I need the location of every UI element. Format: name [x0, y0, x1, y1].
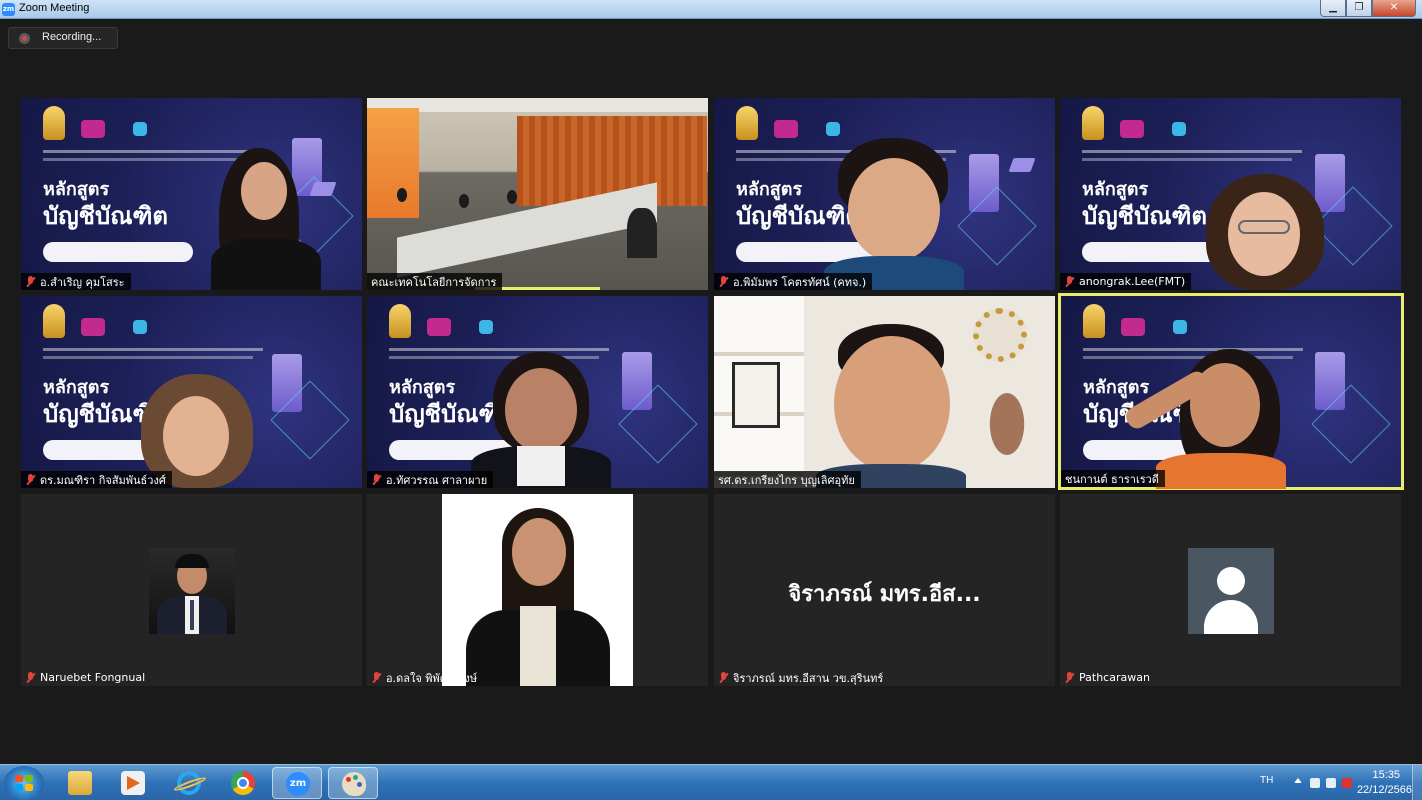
- paint-button[interactable]: [328, 767, 378, 799]
- active-speaker-tile[interactable]: หลักสูตร บัญชีบัณฑิต ชนกานต์ ธาราเรวดี: [1058, 293, 1404, 490]
- participant-name: อ.พิมัมพร โคตรทัศน์ (คทจ.): [733, 275, 867, 289]
- participant-name-bar: อ.ดลใจ พิพัฒน์พงษ์: [367, 669, 483, 686]
- participant-name: คณะเทคโนโลยีการจัดการ: [371, 275, 497, 289]
- start-button[interactable]: [4, 766, 44, 800]
- action-center-icon[interactable]: [1342, 778, 1352, 788]
- title-bar: zm Zoom Meeting ▁ ❐ ✕: [0, 0, 1422, 19]
- close-button[interactable]: ✕: [1372, 0, 1416, 17]
- muted-mic-icon: [25, 275, 36, 288]
- clock-time[interactable]: 15:35: [1372, 769, 1400, 781]
- muted-mic-icon: [1064, 275, 1075, 288]
- default-avatar-icon: [1188, 548, 1274, 634]
- video-tile[interactable]: Pathcarawan: [1060, 494, 1401, 686]
- recording-indicator[interactable]: Recording...: [8, 27, 118, 49]
- video-tile[interactable]: จิราภรณ์ มทร.อีส... จิราภรณ์ มทร.อีสาน ว…: [714, 494, 1055, 686]
- participant-name-bar: Naruebet Fongnual: [21, 669, 151, 686]
- participant-name-bar: อ.ทัศวรรณ ศาลาผาย: [367, 471, 494, 488]
- zoom-meeting-window: zm Zoom Meeting ▁ ❐ ✕ Recording... หลักส…: [0, 0, 1422, 800]
- video-tile[interactable]: หลักสูตร บัญชีบัณฑิต ดร.มณฑิรา กิจสัมพัน…: [21, 296, 362, 488]
- participant-video: [471, 352, 611, 488]
- participant-name-bar: ชนกานต์ ธาราเรวดี: [1061, 470, 1165, 487]
- participant-video: [816, 324, 966, 488]
- zoom-icon: zm: [286, 772, 310, 796]
- windows-explorer-button[interactable]: [55, 767, 105, 799]
- muted-mic-icon: [25, 473, 36, 486]
- muted-mic-icon: [371, 671, 382, 684]
- participant-name: จิราภรณ์ มทร.อีสาน วข.สุรินทร์: [733, 671, 884, 685]
- video-tile[interactable]: หลักสูตร บัญชีบัณฑิต อ.พิมัมพร โคตรทัศน์…: [714, 98, 1055, 290]
- participant-name-bar: อ.พิมัมพร โคตรทัศน์ (คทจ.): [714, 273, 873, 290]
- video-tile[interactable]: หลักสูตร บัญชีบัณฑิต อ.ทัศวรรณ ศาลาผาย: [367, 296, 708, 488]
- zoom-taskbar-button[interactable]: zm: [272, 767, 322, 799]
- slide-title-line2: บัญชีบัณฑิต: [43, 202, 168, 230]
- participant-name: อ.สำเริญ คุมโสระ: [40, 275, 125, 289]
- record-icon: [19, 33, 30, 44]
- video-tile[interactable]: หลักสูตร บัญชีบัณฑิต anongrak.Lee(FMT): [1060, 98, 1401, 290]
- video-tile[interactable]: คณะเทคโนโลยีการจัดการ: [367, 98, 708, 290]
- participant-name-bar: อ.สำเริญ คุมโสระ: [21, 273, 131, 290]
- participant-name: อ.ทัศวรรณ ศาลาผาย: [386, 473, 488, 487]
- minimize-button[interactable]: ▁: [1320, 0, 1346, 17]
- video-tile[interactable]: Naruebet Fongnual: [21, 494, 362, 686]
- muted-mic-icon: [25, 671, 36, 684]
- show-desktop-button[interactable]: [1412, 765, 1422, 800]
- participant-name: Pathcarawan: [1079, 671, 1150, 684]
- internet-explorer-button[interactable]: [164, 767, 214, 799]
- video-tile[interactable]: รศ.ดร.เกรียงไกร บุญเลิศอุทัย: [714, 296, 1055, 488]
- participant-video: [211, 148, 331, 290]
- participant-name-bar: จิราภรณ์ มทร.อีสาน วข.สุรินทร์: [714, 669, 889, 686]
- participant-video: [1200, 174, 1330, 290]
- muted-mic-icon: [371, 473, 382, 486]
- media-player-button[interactable]: [108, 767, 158, 799]
- media-player-icon: [121, 771, 145, 795]
- recording-label: Recording...: [42, 31, 102, 43]
- participant-name: รศ.ดร.เกรียงไกร บุญเลิศอุทัย: [718, 473, 855, 487]
- participant-name-bar: คณะเทคโนโลยีการจัดการ: [367, 273, 503, 290]
- network-icon[interactable]: [1326, 778, 1336, 788]
- participant-name-bar: Pathcarawan: [1060, 669, 1156, 686]
- video-tile[interactable]: หลักสูตร บัญชีบัณฑิต อ.สำเริญ คุมโสระ: [21, 98, 362, 290]
- muted-mic-icon: [1064, 671, 1075, 684]
- participant-center-name: จิราภรณ์ มทร.อีส...: [788, 582, 981, 607]
- participant-name-bar: anongrak.Lee(FMT): [1060, 273, 1192, 290]
- window-title: Zoom Meeting: [19, 2, 90, 14]
- chrome-icon: [231, 771, 255, 795]
- windows-logo-icon: [15, 775, 33, 791]
- participant-name-bar: รศ.ดร.เกรียงไกร บุญเลิศอุทัย: [714, 471, 861, 488]
- participant-profile-picture: [149, 548, 235, 634]
- volume-icon[interactable]: [1310, 778, 1320, 788]
- participant-video: [824, 138, 964, 290]
- slide-title-line2: บัญชีบัณฑิต: [1082, 202, 1207, 230]
- participant-name: ดร.มณฑิรา กิจสัมพันธ์วงศ์: [40, 473, 166, 487]
- participant-name: อ.ดลใจ พิพัฒน์พงษ์: [386, 671, 478, 685]
- language-indicator[interactable]: TH: [1260, 775, 1273, 786]
- video-tile[interactable]: อ.ดลใจ พิพัฒน์พงษ์: [367, 494, 708, 686]
- window-controls: ▁ ❐ ✕: [1320, 0, 1416, 17]
- participant-video: [1116, 349, 1286, 489]
- chrome-button[interactable]: [218, 767, 268, 799]
- system-tray: TH 15:35 22/12/2566: [1222, 765, 1422, 800]
- participant-name: ชนกานต์ ธาราเรวดี: [1065, 472, 1159, 486]
- conference-room-video: [367, 98, 708, 290]
- windows-taskbar: zm TH 15:35 22/12/2566: [0, 764, 1422, 800]
- zoom-app-icon: zm: [2, 3, 15, 16]
- participant-name-bar: ดร.มณฑิรา กิจสัมพันธ์วงศ์: [21, 471, 172, 488]
- participant-name: anongrak.Lee(FMT): [1079, 275, 1186, 288]
- maximize-button[interactable]: ❐: [1346, 0, 1372, 17]
- participant-profile-picture: [442, 494, 633, 686]
- muted-mic-icon: [718, 275, 729, 288]
- internet-explorer-icon: [172, 771, 208, 795]
- muted-mic-icon: [718, 671, 729, 684]
- clock-date[interactable]: 22/12/2566: [1357, 784, 1412, 796]
- participant-name: Naruebet Fongnual: [40, 671, 146, 684]
- folder-icon: [68, 771, 92, 795]
- show-hidden-icons-icon[interactable]: [1294, 778, 1302, 783]
- paint-palette-icon: [342, 772, 366, 796]
